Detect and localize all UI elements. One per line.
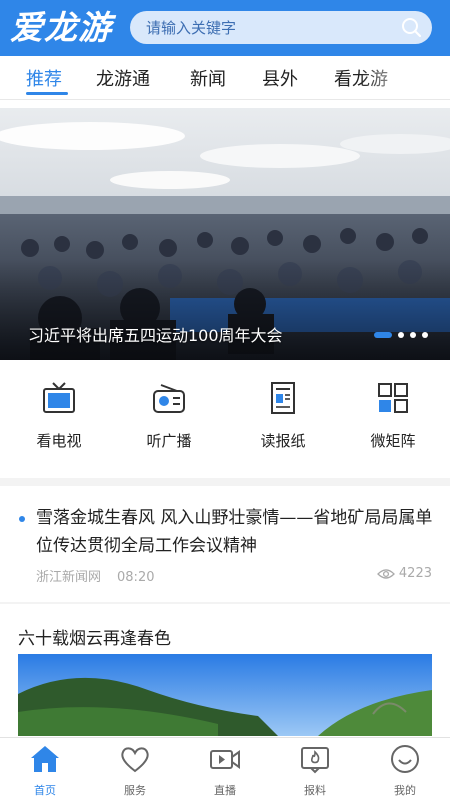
- nav-label: 首页: [34, 784, 56, 797]
- tv-icon: [43, 382, 75, 413]
- service-label: 看电视: [36, 432, 82, 450]
- service-tv[interactable]: 看电视: [14, 380, 104, 451]
- newspaper-icon: [271, 382, 295, 414]
- carousel-dot[interactable]: [422, 332, 428, 338]
- carousel-dot[interactable]: [410, 332, 416, 338]
- heart-icon: [121, 747, 149, 773]
- nav-label: 报料: [304, 784, 326, 797]
- active-tab-indicator: [26, 92, 68, 95]
- search-bar[interactable]: 请输入关键字: [130, 11, 432, 44]
- news-source: 浙江新闻网: [36, 570, 102, 585]
- bullet-dot-icon: [19, 516, 25, 522]
- section-divider: [0, 602, 450, 604]
- news-views: 4223: [376, 566, 432, 581]
- service-label: 读报纸: [260, 432, 306, 450]
- smile-icon: [391, 745, 419, 773]
- search-input[interactable]: 请输入关键字: [146, 17, 236, 38]
- tabs-fade: [360, 56, 450, 99]
- tab-news[interactable]: 新闻: [190, 65, 226, 91]
- app-logo[interactable]: 爱龙游: [10, 8, 120, 48]
- eye-icon: [376, 568, 395, 579]
- news-item[interactable]: 雪落金城生春风 风入山野壮豪情——省地矿局局属单位传达贯彻全局工作会议精神 浙江…: [0, 498, 450, 602]
- landscape-image: [18, 654, 432, 736]
- news-time: 08:20: [117, 570, 155, 585]
- carousel-dot[interactable]: [398, 332, 404, 338]
- news-meta: 浙江新闻网 08:20: [36, 566, 154, 585]
- feature-title[interactable]: 六十载烟云再逢春色: [18, 624, 171, 649]
- view-count: 4223: [398, 566, 432, 581]
- nav-profile[interactable]: 我的: [375, 744, 435, 798]
- bottom-navigation: 首页 服务 直播 报料 我的: [0, 737, 450, 800]
- radio-icon: [153, 384, 185, 413]
- home-icon: [31, 746, 59, 772]
- nav-label: 服务: [124, 784, 146, 797]
- service-label: 微矩阵: [370, 432, 416, 450]
- nav-label: 我的: [394, 784, 416, 797]
- quick-services: 看电视 听广播 读报纸 微矩阵: [0, 362, 450, 472]
- section-divider: [0, 478, 450, 486]
- top-header: 爱龙游 请输入关键字: [0, 0, 450, 56]
- tab-longyoutong[interactable]: 龙游通: [96, 65, 150, 91]
- search-icon[interactable]: [401, 17, 422, 38]
- feature-image[interactable]: [18, 654, 432, 736]
- nav-live[interactable]: 直播: [195, 744, 255, 798]
- nav-services[interactable]: 服务: [105, 744, 165, 798]
- nav-report[interactable]: 报料: [285, 744, 345, 798]
- nav-label: 直播: [214, 784, 236, 797]
- service-matrix[interactable]: 微矩阵: [348, 380, 438, 451]
- tab-outside-county[interactable]: 县外: [262, 65, 298, 91]
- service-radio[interactable]: 听广播: [124, 380, 214, 451]
- service-label: 听广播: [146, 432, 192, 450]
- carousel-dots: [374, 332, 428, 338]
- tab-recommend[interactable]: 推荐: [26, 65, 62, 91]
- carousel-dot-active[interactable]: [374, 332, 392, 338]
- category-tabs: 推荐 龙游通 新闻 县外 看龙游 专: [0, 56, 450, 100]
- banner-caption[interactable]: 习近平将出席五四运动100周年大会: [28, 322, 283, 346]
- fire-report-icon: [301, 747, 329, 774]
- news-title[interactable]: 雪落金城生春风 风入山野壮豪情——省地矿局局属单位传达贯彻全局工作会议精神: [36, 504, 436, 560]
- video-icon: [210, 750, 240, 769]
- service-newspaper[interactable]: 读报纸: [238, 380, 328, 451]
- grid-icon: [378, 383, 408, 413]
- nav-home[interactable]: 首页: [15, 744, 75, 798]
